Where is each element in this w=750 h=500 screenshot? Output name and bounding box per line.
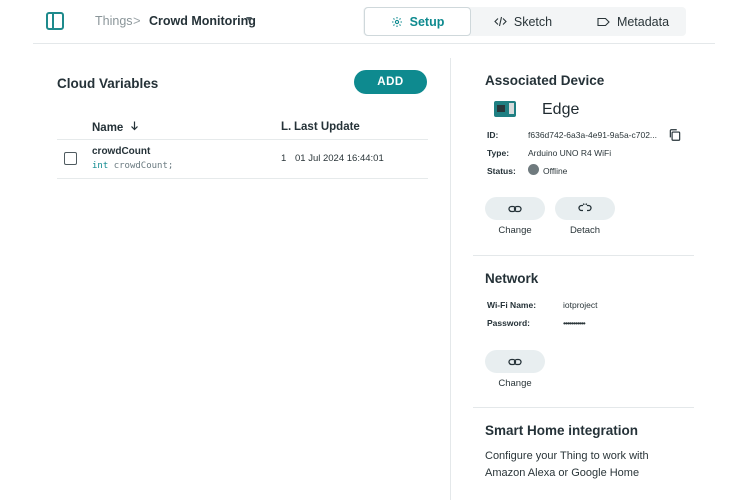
- wifi-name-value: iotproject: [563, 300, 598, 310]
- tab-metadata[interactable]: Metadata: [580, 7, 686, 36]
- detach-device-label[interactable]: Detach: [555, 225, 615, 236]
- add-variable-button[interactable]: ADD: [354, 70, 427, 94]
- device-type-label: Type:: [487, 148, 510, 158]
- variable-declaration: int crowdCount;: [92, 161, 173, 171]
- smart-home-description: Configure your Thing to work with Amazon…: [485, 450, 649, 479]
- link-icon: [508, 200, 522, 218]
- smart-home-title: Smart Home integration: [485, 423, 639, 438]
- chevron-down-icon[interactable]: [246, 17, 252, 21]
- change-device-button[interactable]: [485, 197, 545, 220]
- device-type-value: Arduino UNO R4 WiFi: [528, 148, 612, 158]
- sidebar-toggle-icon[interactable]: [46, 12, 64, 30]
- gear-icon: [391, 16, 403, 28]
- row-checkbox[interactable]: [64, 152, 77, 165]
- tab-setup-label: Setup: [409, 14, 445, 29]
- variable-last-value: 1: [281, 153, 287, 164]
- table-header-divider: [57, 139, 428, 140]
- board-icon: [494, 101, 516, 117]
- detach-device-button[interactable]: [555, 197, 615, 220]
- password-label: Password:: [487, 318, 530, 328]
- link-icon: [508, 353, 522, 371]
- tab-setup[interactable]: Setup: [364, 7, 471, 36]
- code-icon: [494, 16, 507, 27]
- associated-device-title: Associated Device: [485, 73, 605, 88]
- tab-sketch-label: Sketch: [513, 14, 553, 29]
- unlink-icon: [578, 200, 592, 218]
- device-status-label: Status:: [487, 166, 516, 176]
- breadcrumb-things[interactable]: Things: [95, 14, 133, 28]
- table-row-divider: [57, 178, 428, 179]
- header-divider: [33, 43, 715, 44]
- panel-divider: [450, 58, 451, 500]
- status-dot-icon: [528, 164, 539, 175]
- device-status-value: Offline: [543, 166, 568, 176]
- device-id-value: f636d742-6a3a-4e91-9a5a-c702...: [528, 130, 658, 140]
- network-title: Network: [485, 271, 539, 286]
- variable-last-update: 01 Jul 2024 16:44:01: [295, 153, 384, 164]
- column-header-name[interactable]: Name: [92, 121, 139, 134]
- section-divider: [473, 255, 694, 256]
- column-header-last-value[interactable]: L.: [281, 121, 291, 133]
- variable-type: int: [92, 161, 109, 171]
- breadcrumb-current-thing[interactable]: Crowd Monitoring: [149, 14, 256, 28]
- column-header-name-label: Name: [92, 122, 124, 134]
- cloud-variables-title: Cloud Variables: [57, 76, 159, 91]
- device-name[interactable]: Edge: [542, 101, 579, 119]
- device-id-label: ID:: [487, 130, 499, 140]
- variable-declaration-name: crowdCount;: [113, 161, 174, 171]
- change-network-label[interactable]: Change: [485, 378, 545, 389]
- breadcrumb-separator: >: [133, 13, 141, 28]
- wifi-name-label: Wi-Fi Name:: [487, 300, 537, 310]
- change-device-label[interactable]: Change: [485, 225, 545, 236]
- variable-name[interactable]: crowdCount: [92, 146, 150, 157]
- section-divider: [473, 407, 694, 408]
- tab-sketch[interactable]: Sketch: [473, 7, 573, 36]
- copy-icon[interactable]: [668, 128, 682, 147]
- tab-metadata-label: Metadata: [616, 14, 670, 29]
- arrow-down-icon: [130, 121, 139, 134]
- tag-icon: [597, 17, 610, 27]
- column-header-last-update[interactable]: Last Update: [294, 121, 360, 133]
- password-value: •••••••••••: [563, 318, 586, 328]
- change-network-button[interactable]: [485, 350, 545, 373]
